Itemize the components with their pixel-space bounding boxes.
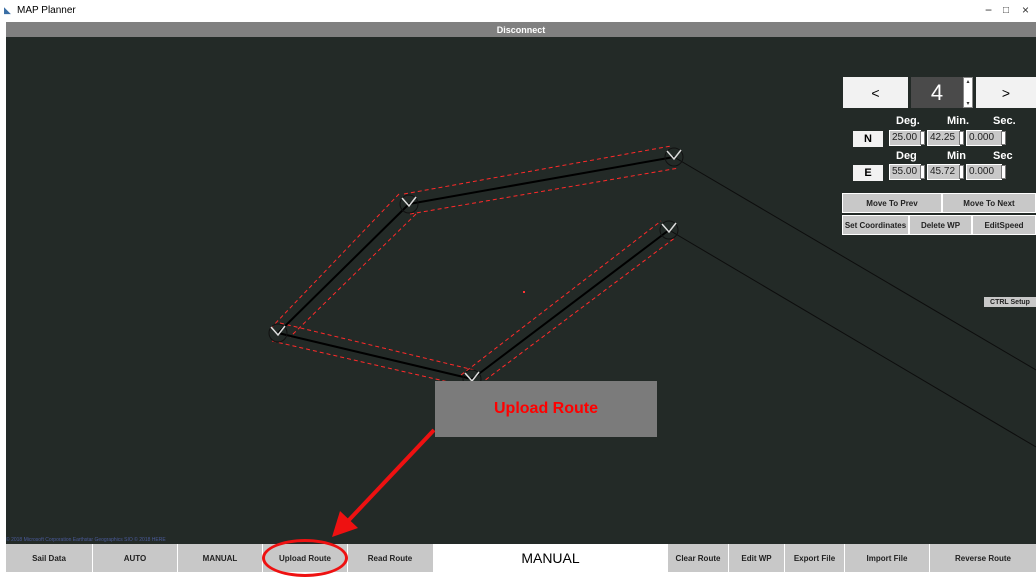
waypoint-spinner[interactable]: ▴ ▾ [963,77,973,108]
auto-button[interactable]: AUTO [92,544,177,572]
close-icon[interactable]: × [1022,3,1029,17]
upload-route-callout: Upload Route [435,381,657,437]
disconnect-button[interactable]: Disconnect [6,22,1036,37]
read-route-button[interactable]: Read Route [347,544,432,572]
reverse-route-button[interactable]: Reverse Route [929,544,1036,572]
window-title: MAP Planner [17,5,76,16]
lat-min-spinner[interactable] [959,131,964,145]
delete-wp-button[interactable]: Delete WP [909,215,972,235]
lon-deg-spinner[interactable] [920,165,925,179]
maximize-icon[interactable]: □ [1003,5,1009,16]
bottom-toolbar: Sail Data AUTO MANUAL Upload Route Read … [6,544,1036,572]
clear-route-button[interactable]: Clear Route [668,544,728,572]
ctrl-setup-button[interactable]: CTRL Setup [984,297,1036,307]
export-file-button[interactable]: Export File [784,544,844,572]
route-extension-line [673,156,1036,371]
next-waypoint-button[interactable]: > [976,77,1036,108]
lon-min-spinner[interactable] [959,165,964,179]
lat-deg-input[interactable]: 25.00 [889,130,921,146]
upload-route-highlight-ring [262,539,348,577]
lat-min-input[interactable]: 42.25 [927,130,960,146]
move-to-prev-button[interactable]: Move To Prev [842,193,942,213]
lat-sec-header: Sec. [993,115,1016,127]
route-path [277,156,675,380]
lon-sec-header: Sec [993,150,1013,162]
map-view[interactable]: © 2018 Microsoft Corporation Earthstar G… [6,37,1036,544]
map-center-marker [523,291,525,293]
import-file-button[interactable]: Import File [844,544,929,572]
route-overlay [268,145,1036,537]
window-titlebar: ◣ MAP Planner − □ × [0,0,1036,22]
mode-indicator: MANUAL [433,544,668,572]
edit-wp-button[interactable]: Edit WP [728,544,784,572]
lat-deg-header: Deg. [896,115,920,127]
prev-waypoint-button[interactable]: < [843,77,908,108]
lon-deg-input[interactable]: 55.00 [889,164,921,180]
lon-sec-spinner[interactable] [1001,165,1006,179]
lat-sec-input[interactable]: 0.000 [966,130,1002,146]
longitude-hemisphere-button[interactable]: E [853,165,883,181]
minimize-icon[interactable]: − [985,3,992,17]
lon-deg-header: Deg [896,150,917,162]
spin-down-icon[interactable]: ▾ [966,100,969,107]
lon-min-header: Min [947,150,966,162]
lat-sec-spinner[interactable] [1001,131,1006,145]
lat-deg-spinner[interactable] [920,131,925,145]
callout-arrow [332,428,436,537]
edit-speed-button[interactable]: EditSpeed [972,215,1036,235]
set-coordinates-button[interactable]: Set Coordinates [842,215,909,235]
lat-min-header: Min. [947,115,969,127]
sail-data-button[interactable]: Sail Data [6,544,92,572]
move-to-next-button[interactable]: Move To Next [942,193,1036,213]
lon-min-input[interactable]: 45.72 [927,164,960,180]
latitude-hemisphere-button[interactable]: N [853,131,883,147]
manual-button[interactable]: MANUAL [177,544,262,572]
app-logo-icon: ◣ [4,5,11,15]
spin-up-icon[interactable]: ▴ [966,78,969,85]
waypoint-number[interactable]: 4 [911,77,963,108]
lon-sec-input[interactable]: 0.000 [966,164,1002,180]
map-attribution: © 2018 Microsoft Corporation Earthstar G… [6,537,166,543]
route-buffer [269,145,680,388]
